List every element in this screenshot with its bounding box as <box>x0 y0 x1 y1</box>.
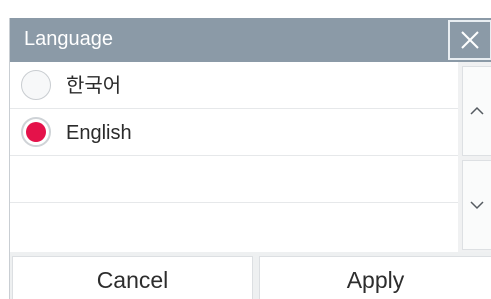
cancel-button[interactable]: Cancel <box>12 256 253 299</box>
language-list: 한국어 English <box>10 62 458 252</box>
empty-list-row <box>10 203 458 250</box>
language-option-label: English <box>66 122 132 144</box>
empty-list-row <box>10 156 458 203</box>
close-icon <box>461 31 479 49</box>
close-button[interactable] <box>448 20 491 60</box>
language-dialog: Language 한국어 English Cancel Apply <box>9 18 491 299</box>
language-option-english[interactable]: English <box>10 109 458 156</box>
language-option-label: 한국어 <box>66 75 122 97</box>
chevron-up-icon <box>470 106 484 115</box>
apply-button[interactable]: Apply <box>259 256 491 299</box>
chevron-down-icon <box>470 201 484 210</box>
dialog-footer: Cancel Apply <box>10 252 491 299</box>
dialog-title-bar: Language <box>10 18 491 62</box>
language-option-korean[interactable]: 한국어 <box>10 62 458 109</box>
scroll-up-button[interactable] <box>462 66 491 156</box>
radio-korean[interactable] <box>21 70 51 100</box>
dialog-title: Language <box>24 28 113 50</box>
list-scroll-area <box>458 62 491 252</box>
radio-english[interactable] <box>21 117 51 147</box>
scroll-down-button[interactable] <box>462 160 491 250</box>
